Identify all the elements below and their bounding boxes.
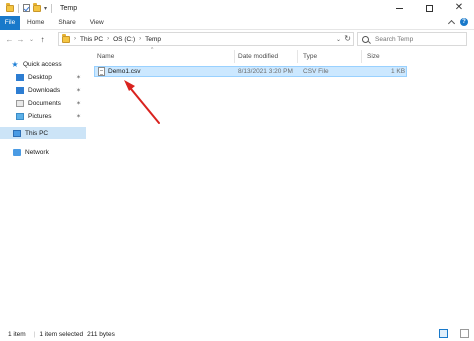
file-date-modified: 8/13/2021 3:20 PM <box>238 68 293 75</box>
sidebar-item-label: Quick access <box>23 60 62 68</box>
breadcrumb-separator: › <box>107 36 110 42</box>
downloads-icon <box>16 86 24 94</box>
view-switcher <box>431 329 469 338</box>
file-list: ^ Name Date modified Type Size Demo1.csv… <box>91 47 471 322</box>
sidebar-item-label: Network <box>25 148 49 156</box>
tab-view[interactable]: View <box>83 16 111 30</box>
column-divider[interactable] <box>297 50 298 63</box>
sort-indicator-icon: ^ <box>151 47 154 53</box>
address-bar[interactable]: › This PC › OS (C:) › Temp ⌄ ↻ <box>58 32 354 46</box>
pin-icon: ✶ <box>75 113 81 120</box>
help-icon[interactable]: ? <box>460 18 468 26</box>
sidebar-item-label: This PC <box>25 129 49 137</box>
documents-icon <box>16 99 24 107</box>
breadcrumb-this-pc[interactable]: This PC <box>80 36 103 43</box>
refresh-icon[interactable]: ↻ <box>344 34 351 43</box>
status-selection: 1 item selected <box>39 330 84 338</box>
folder-icon <box>6 2 14 12</box>
chevron-down-icon: ⌄ <box>28 36 35 43</box>
status-bar: 1 item | 1 item selected 211 bytes <box>0 327 474 341</box>
ribbon-tabs: File Home Share View ? <box>0 15 474 30</box>
pictures-icon <box>16 112 24 120</box>
forward-arrow-icon: → <box>16 34 25 44</box>
navigation-pane: ★ Quick access Desktop ✶ Downloads ✶ Doc… <box>0 50 88 322</box>
window-title: Temp <box>60 4 78 12</box>
pin-icon: ✶ <box>75 100 81 107</box>
address-row: ← → ⌄ ↑ › This PC › OS (C:) › Temp ⌄ ↻ <box>0 31 474 47</box>
tab-file[interactable]: File <box>0 15 20 30</box>
breadcrumb-os-c[interactable]: OS (C:) <box>113 36 135 43</box>
column-header-size[interactable]: Size <box>367 50 380 62</box>
breadcrumb-separator: › <box>74 36 76 42</box>
minimize-icon <box>395 7 403 9</box>
table-row[interactable]: Demo1.csv 8/13/2021 3:20 PM CSV File 1 K… <box>94 66 407 77</box>
tab-home[interactable]: Home <box>20 16 51 30</box>
up-arrow-icon: ↑ <box>40 34 45 44</box>
details-view-icon[interactable] <box>439 329 448 338</box>
search-input[interactable] <box>375 35 465 43</box>
file-name: Demo1.csv <box>108 68 141 75</box>
column-divider[interactable] <box>361 50 362 63</box>
computer-icon <box>13 129 21 137</box>
close-button[interactable]: ✕ <box>444 0 474 16</box>
search-box[interactable] <box>357 32 467 46</box>
sidebar-item-desktop[interactable]: Desktop ✶ <box>16 71 86 83</box>
breadcrumb-separator: › <box>139 36 142 42</box>
status-item-count: 1 item <box>8 330 26 338</box>
sidebar-item-this-pc[interactable]: This PC <box>0 127 86 139</box>
up-button[interactable]: ↑ <box>37 32 48 46</box>
toolbar-divider <box>18 3 19 13</box>
file-size: 1 KB <box>391 68 406 75</box>
pin-icon: ✶ <box>75 87 81 94</box>
column-header-type[interactable]: Type <box>303 50 317 62</box>
status-size: 211 bytes <box>87 330 115 338</box>
maximize-icon <box>425 4 433 12</box>
file-type: CSV File <box>303 68 329 75</box>
breadcrumb-temp[interactable]: Temp <box>145 36 161 43</box>
close-icon: ✕ <box>454 2 464 13</box>
sidebar-item-documents[interactable]: Documents ✶ <box>16 97 86 109</box>
sidebar-item-network[interactable]: Network <box>13 146 49 158</box>
desktop-icon <box>16 73 24 81</box>
sidebar-item-label: Documents <box>28 99 61 107</box>
sidebar-item-downloads[interactable]: Downloads ✶ <box>16 84 86 96</box>
status-divider: | <box>33 330 36 338</box>
properties-icon[interactable] <box>23 4 30 12</box>
minimize-button[interactable] <box>384 0 414 16</box>
network-icon <box>13 148 21 156</box>
forward-button[interactable]: → <box>15 32 26 46</box>
sidebar-item-label: Desktop <box>28 73 52 81</box>
quick-access-toolbar: ▾ Temp <box>0 0 77 16</box>
window-controls: ✕ <box>384 0 474 16</box>
column-header-name[interactable]: Name <box>97 50 114 62</box>
sidebar-item-label: Pictures <box>28 112 52 120</box>
search-icon <box>362 35 369 43</box>
sidebar-item-label: Downloads <box>28 86 61 94</box>
sidebar-item-pictures[interactable]: Pictures ✶ <box>16 110 86 122</box>
chevron-up-icon[interactable] <box>447 19 456 28</box>
folder-icon <box>62 33 70 43</box>
back-button[interactable]: ← <box>4 32 15 46</box>
maximize-button[interactable] <box>414 0 444 16</box>
tab-share[interactable]: Share <box>51 16 82 30</box>
new-folder-icon[interactable] <box>33 2 41 12</box>
column-divider[interactable] <box>234 50 235 63</box>
file-name-cell: Demo1.csv <box>98 67 141 76</box>
customize-toolbar-chevron-down-icon[interactable]: ▾ <box>44 5 47 12</box>
back-arrow-icon: ← <box>5 34 14 44</box>
pin-icon: ✶ <box>75 74 81 81</box>
title-bar: ▾ Temp ✕ <box>0 0 474 16</box>
sidebar-item-quick-access[interactable]: ★ Quick access <box>11 58 62 70</box>
large-icons-view-icon[interactable] <box>460 329 469 338</box>
ribbon-right-controls: ? <box>447 18 468 28</box>
toolbar-divider <box>51 3 53 13</box>
address-dropdown-icon[interactable]: ⌄ <box>336 36 341 43</box>
star-icon: ★ <box>11 59 19 69</box>
csv-file-icon <box>98 67 105 76</box>
column-header-date-modified[interactable]: Date modified <box>238 50 278 62</box>
recent-locations-button[interactable]: ⌄ <box>26 32 37 46</box>
